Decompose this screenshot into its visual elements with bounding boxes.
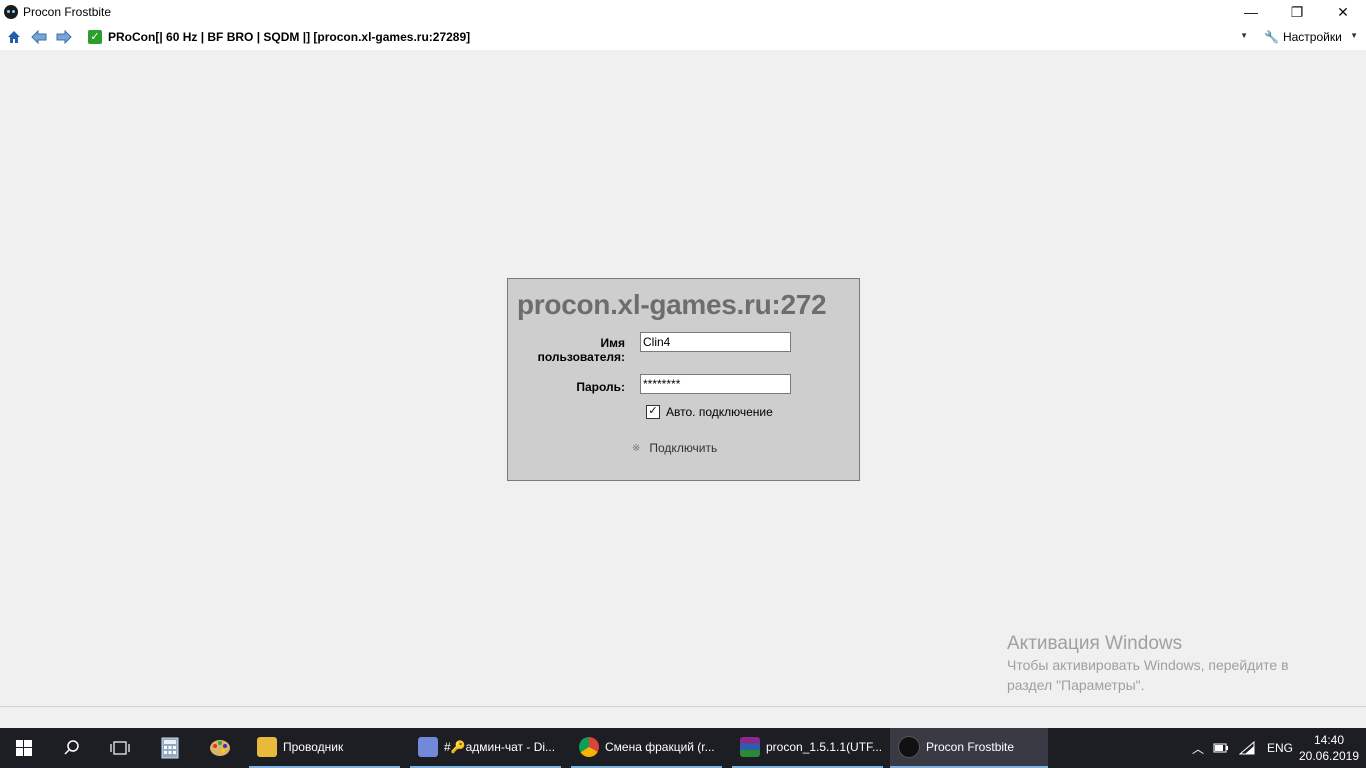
connected-check-icon: ✓: [88, 30, 102, 44]
taskbar-item-procon[interactable]: Procon Frostbite: [890, 728, 1048, 768]
activation-watermark-title: Активация Windows: [1007, 633, 1183, 654]
password-input[interactable]: [640, 374, 791, 394]
discord-icon: [418, 737, 438, 757]
task-view-button[interactable]: [96, 728, 144, 768]
system-tray: ︿ ENG: [1188, 728, 1300, 768]
paint-pinned[interactable]: [196, 728, 244, 768]
wifi-icon[interactable]: [1234, 741, 1260, 755]
taskbar-item-explorer[interactable]: Проводник: [249, 728, 400, 768]
procon-app-icon: [4, 5, 18, 19]
taskbar-item-discord[interactable]: #🔑админ-чат - Di...: [410, 728, 561, 768]
taskbar-item-label: #🔑админ-чат - Di...: [444, 740, 556, 754]
calculator-icon: [161, 737, 179, 759]
username-input[interactable]: [640, 332, 791, 352]
home-icon[interactable]: [3, 26, 25, 48]
loading-spinner-icon: ※: [632, 442, 641, 454]
restore-button[interactable]: ❐: [1274, 0, 1320, 24]
connection-dropdown[interactable]: ✓ PRoCon[| 60 Hz | BF BRO | SQDM |] [pro…: [84, 26, 1252, 48]
calculator-pinned[interactable]: [146, 728, 194, 768]
clock-date: 20.06.2019: [1298, 749, 1360, 763]
auto-connect-label[interactable]: Авто. подключение: [666, 405, 773, 419]
taskbar: Проводник #🔑админ-чат - Di... Смена фрак…: [0, 728, 1366, 768]
chevron-down-icon: ▼: [1240, 31, 1248, 40]
chevron-down-icon: ▼: [1350, 31, 1358, 40]
folder-icon: [257, 737, 277, 757]
search-button[interactable]: [48, 728, 96, 768]
connection-label: PRoCon[| 60 Hz | BF BRO | SQDM |] [proco…: [108, 30, 471, 44]
activation-watermark-line1: Чтобы активировать Windows, перейдите в: [1007, 657, 1289, 673]
windows-logo-icon: [16, 740, 32, 756]
taskbar-item-label: Смена фракций (r...: [605, 740, 715, 754]
window-title: Procon Frostbite: [23, 5, 112, 19]
language-indicator[interactable]: ENG: [1260, 741, 1300, 755]
chrome-icon: [579, 737, 599, 757]
start-button[interactable]: [0, 728, 48, 768]
toolbar: ✓ PRoCon[| 60 Hz | BF BRO | SQDM |] [pro…: [0, 24, 1366, 50]
battery-icon[interactable]: [1208, 743, 1234, 753]
taskbar-item-chrome[interactable]: Смена фракций (r...: [571, 728, 722, 768]
close-button[interactable]: ✕: [1320, 0, 1366, 24]
password-label: Пароль:: [576, 380, 625, 394]
host-title: procon.xl-games.ru:272: [517, 289, 827, 320]
taskbar-item-label: procon_1.5.1.1(UTF...: [766, 740, 883, 754]
connect-button[interactable]: ※ Подключить: [632, 441, 717, 455]
taskbar-item-label: Проводник: [283, 740, 344, 754]
settings-label: Настройки: [1282, 30, 1342, 44]
search-icon: [64, 740, 79, 755]
forward-arrow-icon[interactable]: [53, 26, 75, 48]
title-bar: Procon Frostbite — ❐ ✕: [0, 0, 1366, 24]
auto-connect-checkbox[interactable]: ✓: [646, 405, 660, 419]
window-controls: — ❐ ✕: [1228, 0, 1366, 24]
username-label: Имя пользователя:: [537, 336, 625, 364]
back-arrow-icon[interactable]: [28, 26, 50, 48]
minimize-button[interactable]: —: [1228, 0, 1274, 24]
clock[interactable]: 14:40 20.06.2019: [1296, 732, 1362, 764]
settings-button[interactable]: 🔧 Настройки ▼: [1260, 26, 1364, 48]
winrar-icon: [740, 737, 760, 757]
status-bar: [0, 706, 1366, 729]
login-panel: procon.xl-games.ru:272 Имя пользователя:…: [507, 278, 860, 481]
paint-palette-icon: [210, 740, 230, 756]
procon-icon: [898, 736, 920, 758]
taskbar-item-label: Procon Frostbite: [926, 740, 1015, 754]
taskbar-item-winrar[interactable]: procon_1.5.1.1(UTF...: [732, 728, 883, 768]
wrench-icon: 🔧: [1264, 30, 1279, 44]
task-view-icon: [110, 741, 130, 755]
activation-watermark-line2: раздел "Параметры".: [1007, 677, 1145, 693]
connect-label: Подключить: [649, 441, 718, 455]
clock-time: 14:40: [1313, 733, 1345, 747]
auto-connect-row: ✓ Авто. подключение: [646, 405, 773, 419]
chevron-up-icon[interactable]: ︿: [1188, 740, 1208, 757]
